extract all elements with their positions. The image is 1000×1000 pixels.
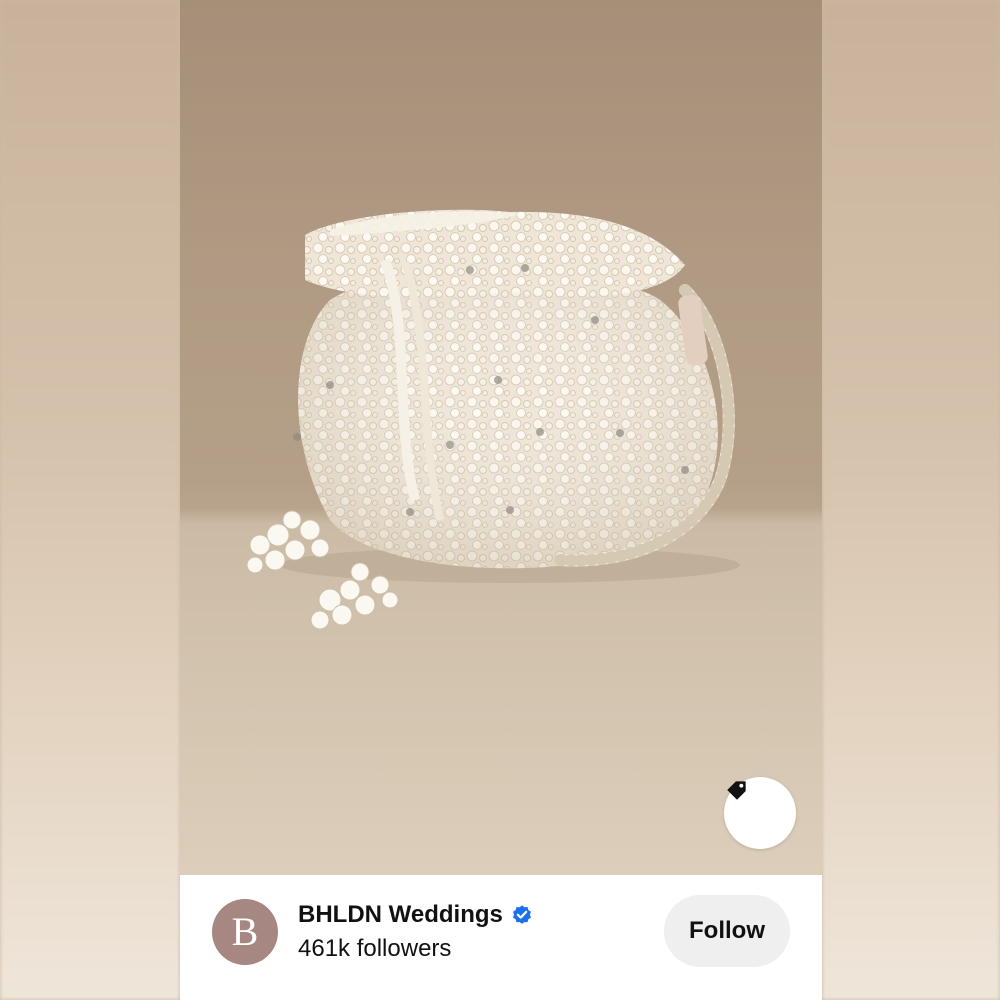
product-tag-button[interactable] xyxy=(724,777,796,849)
pin-card: B BHLDN Weddings 461k followers Follow xyxy=(180,0,822,1000)
follower-count: 461k followers xyxy=(298,935,452,962)
creator-name[interactable]: BHLDN Weddings xyxy=(298,901,503,929)
pearl-bag-illustration xyxy=(246,209,740,630)
avatar[interactable]: B xyxy=(212,899,278,965)
blurred-backdrop-left xyxy=(0,0,180,1000)
follow-button[interactable]: Follow xyxy=(664,895,790,967)
avatar-letter: B xyxy=(231,909,259,954)
verified-badge-icon xyxy=(512,905,531,924)
creator-bar: B BHLDN Weddings 461k followers Follow xyxy=(180,875,822,1000)
creator-name-row: BHLDN Weddings xyxy=(298,901,533,929)
pin-image[interactable] xyxy=(180,0,822,875)
blurred-backdrop-right xyxy=(822,0,1000,1000)
tag-icon xyxy=(727,781,746,800)
